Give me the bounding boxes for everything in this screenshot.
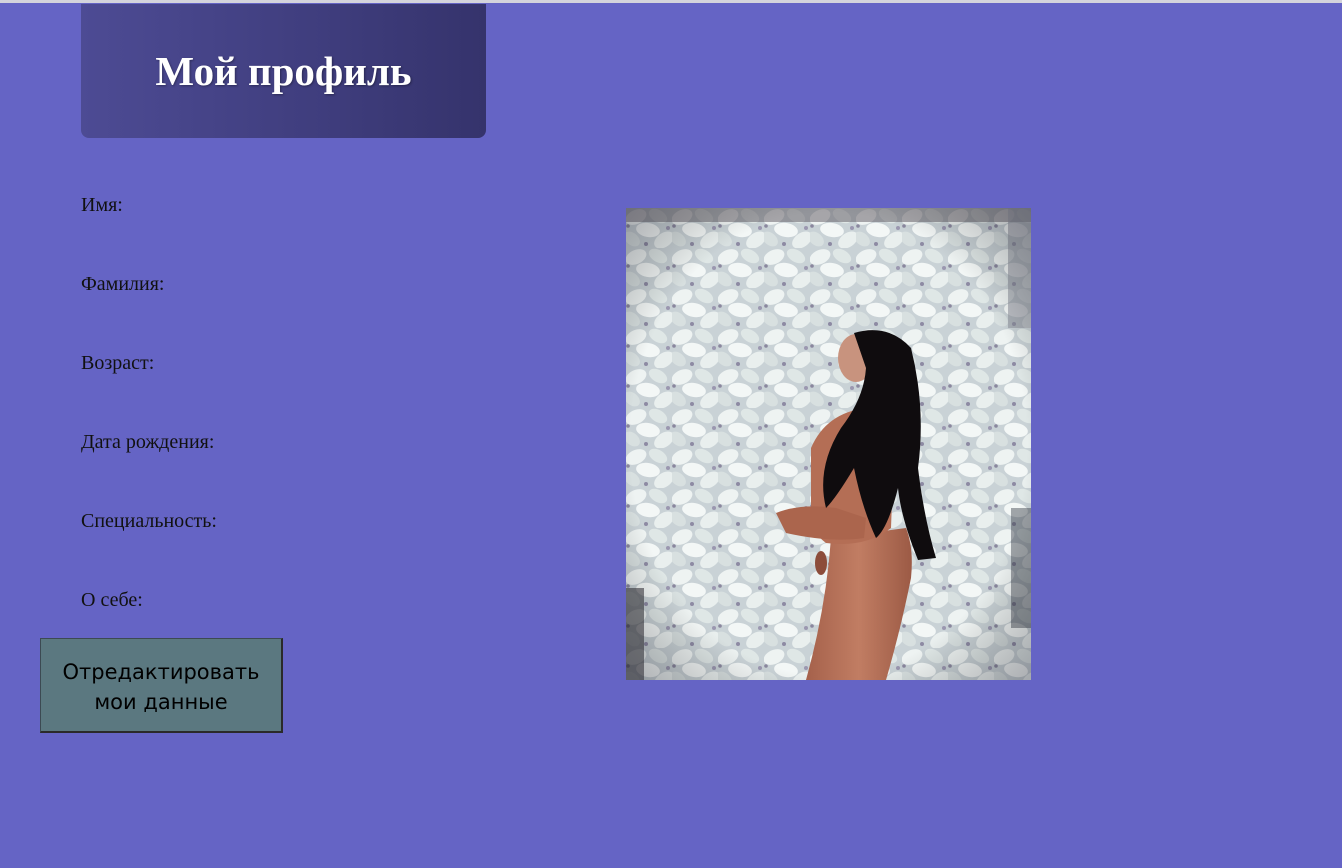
field-label-first-name: Имя: bbox=[81, 194, 123, 216]
top-border-line bbox=[0, 0, 1342, 3]
profile-photo bbox=[626, 208, 1031, 680]
page-title: Мой профиль bbox=[155, 48, 412, 94]
edit-button-label-line2: мои данные bbox=[94, 690, 228, 714]
field-label-birth-date: Дата рождения: bbox=[81, 431, 215, 453]
edit-button-label-line1: Отредактировать bbox=[62, 660, 260, 684]
field-label-about: О себе: bbox=[81, 589, 143, 611]
field-label-age: Возраст: bbox=[81, 352, 155, 374]
field-label-last-name: Фамилия: bbox=[81, 273, 165, 295]
page-title-banner: Мой профиль bbox=[81, 4, 486, 138]
edit-profile-button[interactable]: Отредактировать мои данные bbox=[40, 638, 283, 733]
field-label-specialty: Специальность: bbox=[81, 510, 217, 532]
